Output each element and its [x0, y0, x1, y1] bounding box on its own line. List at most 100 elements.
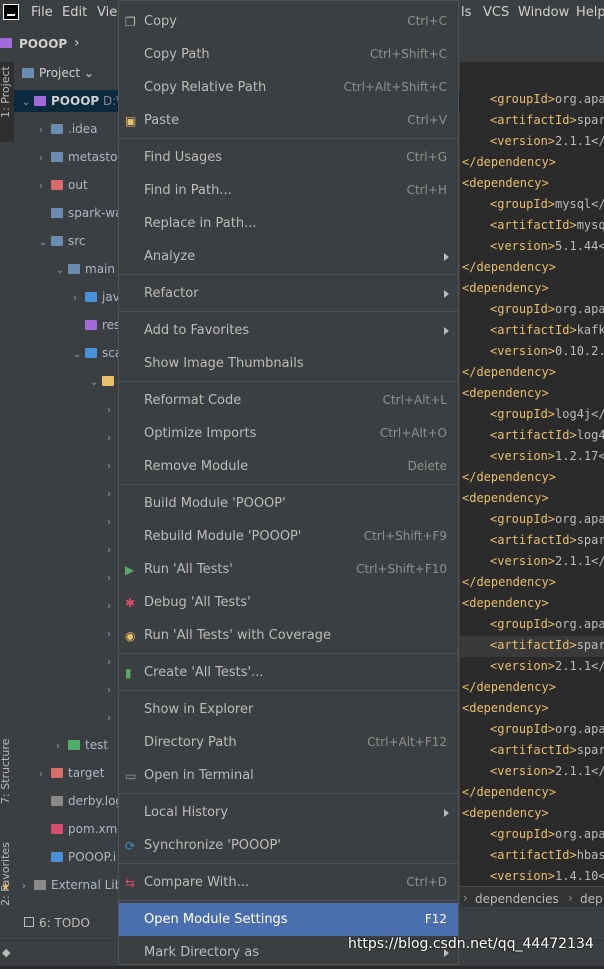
menu-item-find-in-path[interactable]: Find in Path... Ctrl+H [119, 174, 458, 207]
chevron-down-icon[interactable]: ⌄ [56, 260, 68, 282]
menu-item-rebuild-module-pooop[interactable]: Rebuild Module 'POOOP' Ctrl+Shift+F9 [119, 520, 458, 553]
favorites-tool-tab[interactable]: 2: Favorites ★ [0, 822, 14, 912]
xml-value: 5.1.44< [555, 239, 604, 253]
chevron-right-icon[interactable]: › [22, 876, 34, 898]
tree-row[interactable]: › metastore [39, 146, 129, 168]
menu-item-open-module-settings[interactable]: Open Module Settings F12 [119, 903, 458, 936]
breadcrumb-item-dependencies[interactable]: dependencies [475, 892, 559, 906]
menu-item-replace-in-path[interactable]: Replace in Path... [119, 207, 458, 240]
chevron-right-icon[interactable]: › [73, 288, 85, 310]
tree-row[interactable]: › test [56, 734, 108, 756]
code-line: <artifactId>mysql [490, 218, 604, 232]
menu-item-analyze[interactable]: Analyze [119, 240, 458, 273]
menu-item-shortcut: Ctrl+Shift+F9 [363, 529, 447, 543]
chevron-right-icon[interactable]: › [39, 120, 51, 142]
menu-item-add-to-favorites[interactable]: Add to Favorites [119, 314, 458, 347]
tree-row[interactable]: ⌄ POOOP D:\ [22, 90, 120, 112]
menu-item-label: Analyze [144, 249, 196, 264]
tree-row[interactable]: ⌄ src [39, 230, 86, 252]
menu-item-show-in-explorer[interactable]: Show in Explorer [119, 693, 458, 726]
menu-item-local-history[interactable]: Local History [119, 796, 458, 829]
code-line: <groupId>org.apac [490, 302, 604, 316]
project-view-icon [22, 68, 34, 78]
tree-row[interactable]: POOOP.i [39, 846, 116, 868]
menu-item-directory-path[interactable]: Directory Path Ctrl+Alt+F12 [119, 726, 458, 759]
tree-row[interactable]: derby.log [39, 790, 123, 812]
xml-tag: <version> [490, 344, 556, 358]
tree-item-label: POOOP [51, 94, 100, 108]
menu-item-reformat-code[interactable]: Reformat Code Ctrl+Alt+L [119, 384, 458, 417]
module-folder-icon [0, 38, 12, 48]
menu-item-run-all-tests[interactable]: ▶ Run 'All Tests' Ctrl+Shift+F10 [119, 553, 458, 586]
menu-item-copy[interactable]: ❐ Copy Ctrl+C [119, 5, 458, 38]
code-line: <artifactId>log4j [490, 428, 604, 442]
menu-item-remove-module[interactable]: Remove Module Delete [119, 450, 458, 483]
tree-row[interactable]: › .idea [39, 118, 98, 140]
code-line: <groupId>org.apac [490, 617, 604, 631]
tree-row[interactable]: › target [39, 762, 105, 784]
tree-row[interactable]: ⌄ sca [73, 342, 122, 364]
chevron-right-icon[interactable]: › [39, 148, 51, 170]
project-view-selector[interactable]: Project ⌄ [22, 66, 94, 80]
todo-tool-tab[interactable]: 6: TODO [39, 916, 90, 930]
xml-tag: <artifactId> [490, 533, 577, 547]
menu-vcs[interactable]: VCS [483, 5, 509, 20]
tree-row[interactable]: pom.xml [39, 818, 121, 840]
menu-item-show-image-thumbnails[interactable]: Show Image Thumbnails [119, 347, 458, 380]
menu-item-synchronize-pooop[interactable]: ⟳ Synchronize 'POOOP' [119, 829, 458, 862]
xml-tag: <groupId> [490, 512, 556, 526]
nav-project-name[interactable]: POOOP [19, 37, 67, 51]
project-tool-tab[interactable]: 1: Project [0, 62, 14, 142]
terminal-icon: ▭ [125, 769, 137, 783]
menu-item-open-in-terminal[interactable]: ▭ Open in Terminal [119, 759, 458, 792]
tree-row[interactable]: res [73, 314, 120, 336]
code-line: </dependency> [462, 260, 556, 274]
tree-row[interactable]: › External Lib [22, 874, 122, 896]
menu-help[interactable]: Help [576, 5, 604, 20]
xml-tag: <groupId> [490, 722, 556, 736]
chevron-right-icon[interactable]: › [39, 764, 51, 786]
menu-item-compare-with[interactable]: ⇆ Compare With... Ctrl+D [119, 866, 458, 899]
menu-item-refactor[interactable]: Refactor [119, 277, 458, 310]
breadcrumb-item-dependency[interactable]: dep [580, 892, 603, 906]
menu-item-label: Mark Directory as [144, 945, 259, 960]
tree-row[interactable]: spark-wa [39, 202, 123, 224]
menu-item-optimize-imports[interactable]: Optimize Imports Ctrl+Alt+O [119, 417, 458, 450]
tree-row[interactable]: ⌄ [90, 370, 119, 392]
structure-tool-tab-label: 7: Structure [0, 738, 12, 804]
menu-item-shortcut: Ctrl+Alt+Shift+C [343, 80, 447, 94]
menu-edit[interactable]: Edit [62, 5, 87, 20]
menu-item-copy-path[interactable]: Copy Path Ctrl+Shift+C [119, 38, 458, 71]
menu-item-build-module-pooop[interactable]: Build Module 'POOOP' [119, 487, 458, 520]
xml-value: kafka [576, 323, 604, 337]
menu-item-label: Local History [144, 805, 229, 820]
chevron-down-icon[interactable]: ⌄ [90, 372, 102, 394]
chevron-right-icon[interactable]: › [56, 736, 68, 758]
menu-item-label: Run 'All Tests' with Coverage [144, 628, 331, 643]
resources-folder-icon [85, 320, 97, 330]
menu-item-find-usages[interactable]: Find Usages Ctrl+G [119, 141, 458, 174]
code-editor[interactable]: <groupId>org.apac <artifactId>spar <versio… [460, 62, 604, 886]
tree-row[interactable]: › out [39, 174, 88, 196]
tree-row[interactable]: ⌄ main [56, 258, 115, 280]
compare-icon: ⇆ [125, 876, 136, 890]
chevron-down-icon[interactable]: ⌄ [22, 92, 34, 114]
menu-window[interactable]: Window [518, 5, 569, 20]
menu-file[interactable]: File [31, 5, 53, 20]
chevron-down-icon[interactable]: ⌄ [73, 344, 85, 366]
menu-item-copy-relative-path[interactable]: Copy Relative Path Ctrl+Alt+Shift+C [119, 71, 458, 104]
menu-item-create-all-tests[interactable]: ▮ Create 'All Tests'... [119, 656, 458, 689]
code-line: </dependency> [462, 785, 556, 799]
structure-tool-tab[interactable]: 7: Structure [0, 722, 14, 812]
code-line: <artifactId>spar [490, 743, 604, 757]
chevron-down-icon[interactable]: ⌄ [39, 232, 51, 254]
menu-tools-partial[interactable]: ls [461, 5, 471, 20]
menu-item-run-all-tests-with-coverage[interactable]: ◉ Run 'All Tests' with Coverage [119, 619, 458, 652]
chevron-right-icon[interactable]: › [39, 176, 51, 198]
menu-item-label: Create 'All Tests'... [144, 665, 264, 680]
tool-windows-toggle-icon[interactable]: ◆ [2, 946, 10, 959]
menu-item-label: Open Module Settings [144, 912, 288, 927]
tree-item-label: spark-wa [68, 206, 123, 220]
menu-item-paste[interactable]: ▣ Paste Ctrl+V [119, 104, 458, 137]
menu-item-debug-all-tests[interactable]: ✱ Debug 'All Tests' [119, 586, 458, 619]
